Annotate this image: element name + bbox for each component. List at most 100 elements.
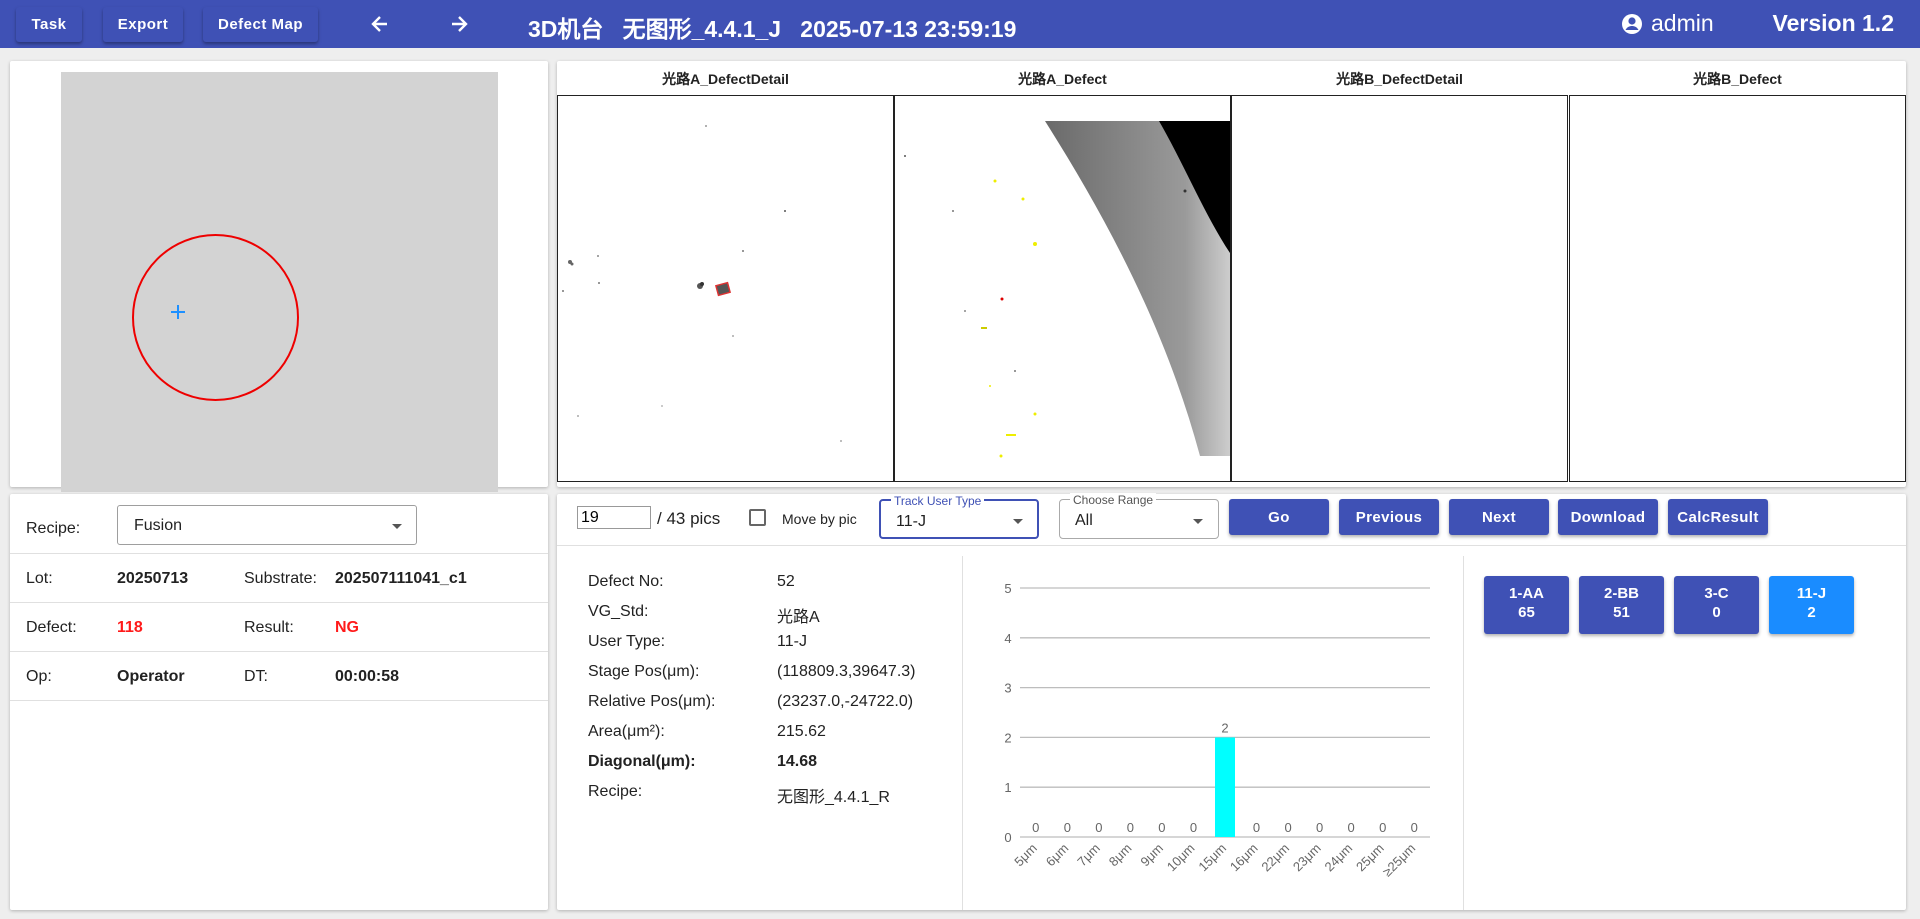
defect-map-button[interactable]: Defect Map [203,7,318,42]
track-user-type-label: Track User Type [891,494,985,508]
back-arrow-icon[interactable] [363,9,397,39]
username: admin [1651,10,1714,36]
op-value: Operator [117,668,185,685]
type-button-11-j[interactable]: 11-J 2 [1769,576,1854,634]
operator-row: Op: Operator DT: 00:00:58 [10,652,548,701]
detail-value: (23237.0,-24722.0) [777,693,914,710]
divider [962,556,963,910]
x-tick-label: 6μm [1043,841,1072,870]
account-circle-icon [1622,13,1642,34]
data-label: 0 [1411,820,1418,835]
recipe-select-value: Fusion [134,517,183,534]
choose-range-label: Choose Range [1070,493,1157,507]
image-title: 光路B_Defect [1693,71,1782,87]
defect-count: 118 [117,619,143,636]
dt-label: DT: [244,668,268,685]
type-button-1-aa[interactable]: 1-AA 65 [1484,576,1569,634]
x-tick-label: 22μm [1258,841,1292,875]
lot-info-panel: Recipe: Fusion Lot: 20250713 Substrate: … [10,494,548,910]
recipe-label: Recipe: [26,520,81,537]
image-title: 光路A_Defect [1018,71,1107,87]
detail-label: Recipe: [588,783,643,800]
lot-label: Lot: [26,570,53,587]
choose-range-select[interactable]: Choose Range All [1059,493,1219,539]
task-button[interactable]: Task [16,7,82,42]
diagonal-histogram-chart: 01234505μm06μm07μm08μm09μm010μm215μm016μ… [1004,581,1430,880]
move-by-pic-label: Move by pic [782,511,857,527]
data-label: 0 [1253,820,1260,835]
move-by-pic-checkbox[interactable] [749,509,766,526]
track-user-type-select[interactable]: Track User Type 11-J [879,494,1039,539]
recipe-select[interactable]: Fusion [117,505,417,545]
forward-arrow-icon[interactable] [442,9,476,39]
x-tick-label: 24μm [1321,841,1355,875]
download-button[interactable]: Download [1558,499,1658,535]
data-label: 0 [1095,820,1102,835]
dropdown-caret-icon [1193,519,1203,524]
result-value: NG [335,619,359,636]
type-button-3-c[interactable]: 3-C 0 [1674,576,1759,634]
data-label: 0 [1158,820,1165,835]
export-button[interactable]: Export [103,7,183,42]
user-menu[interactable]: admin [1621,10,1714,37]
type-count: 51 [1613,604,1630,621]
choose-range-value: All [1075,512,1093,529]
lot-row: Lot: 20250713 Substrate: 202507111041_c1 [10,554,548,603]
data-label: 0 [1190,820,1197,835]
data-label: 0 [1348,820,1355,835]
x-tick-label: 15μm [1195,841,1229,875]
recipe-row: Recipe: Fusion [10,494,548,554]
data-label: 0 [1316,820,1323,835]
detail-label: VG_Std: [588,603,649,620]
version-label: Version 1.2 [1772,10,1894,36]
go-button[interactable]: Go [1229,499,1329,535]
y-tick-label: 3 [1004,681,1011,696]
detail-label: User Type: [588,633,666,650]
pic-total: / 43 pics [657,509,721,528]
wafer-map[interactable] [61,72,498,492]
path-b-defect-detail-image[interactable] [1231,95,1568,482]
divider [1463,556,1464,910]
type-button-2-bb[interactable]: 2-BB 51 [1579,576,1664,634]
type-name: 3-C [1704,585,1729,602]
y-tick-label: 5 [1004,581,1011,596]
data-label: 0 [1032,820,1039,835]
defect-label: Defect: [26,619,77,636]
image-title: 光路B_DefectDetail [1336,71,1463,87]
substrate-value: 202507111041_c1 [335,570,467,587]
detail-value: 14.68 [777,753,818,770]
substrate-label: Substrate: [244,570,317,587]
detail-label: Area(μm²): [588,723,665,740]
type-count: 0 [1712,604,1721,621]
path-b-defect-image[interactable] [1569,95,1906,482]
x-tick-label: 16μm [1227,841,1261,875]
x-tick-label: 9μm [1137,841,1166,870]
defect-images-panel: 光路A_DefectDetail 光路A_Defect 光路B_DefectDe… [557,61,1906,487]
pic-index-input[interactable] [577,506,651,529]
y-tick-label: 2 [1004,730,1011,745]
data-label: 0 [1284,820,1291,835]
track-user-type-value: 11-J [896,513,926,530]
result-label: Result: [244,619,294,636]
x-tick-label: 23μm [1290,841,1324,875]
type-count: 65 [1518,604,1535,621]
detail-label: Diagonal(μm): [588,753,696,770]
data-label: 0 [1379,820,1386,835]
op-label: Op: [26,668,52,685]
lot-value: 20250713 [117,570,189,587]
y-tick-label: 0 [1004,830,1011,845]
detail-value: 52 [777,573,795,590]
type-name: 11-J [1796,585,1827,602]
data-label: 0 [1064,820,1071,835]
next-button[interactable]: Next [1449,499,1549,535]
x-tick-label: ≥25μm [1380,841,1419,880]
path-a-defect-detail-image[interactable] [557,95,894,482]
y-tick-label: 1 [1004,780,1011,795]
detail-value: 光路A [777,609,820,626]
detail-value: 无图形_4.4.1_R [777,789,890,806]
path-a-defect-image[interactable] [894,95,1231,482]
previous-button[interactable]: Previous [1339,499,1439,535]
calc-result-button[interactable]: CalcResult [1668,499,1768,535]
divider [557,545,1906,546]
detail-value: 11-J [777,633,807,650]
